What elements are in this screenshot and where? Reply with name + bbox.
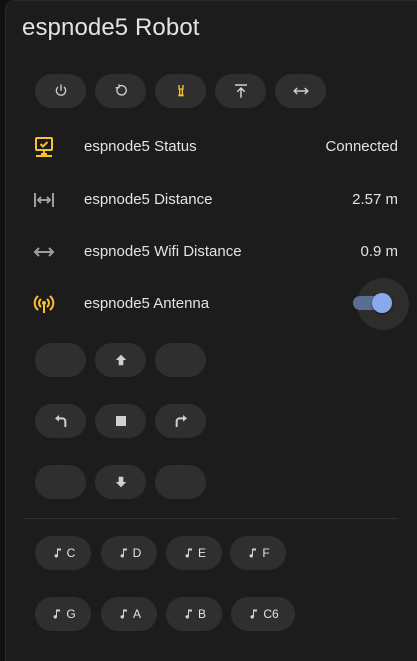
wrench-icon bbox=[173, 83, 189, 99]
note-c-button[interactable]: C bbox=[35, 536, 91, 570]
access-point-icon bbox=[30, 290, 58, 318]
note-e-button[interactable]: E bbox=[166, 536, 222, 570]
note-label: C bbox=[66, 546, 76, 560]
stop-button[interactable] bbox=[95, 404, 146, 438]
arrow-expand-horizontal-icon bbox=[30, 186, 58, 214]
status-label[interactable]: espnode5 Status bbox=[84, 138, 197, 155]
music-note-icon bbox=[247, 607, 259, 621]
arrow-collapse-up-icon bbox=[232, 82, 250, 100]
wifi-distance-value: 0.9 m bbox=[360, 243, 398, 260]
dpad-blank-top-left bbox=[35, 343, 86, 377]
note-f-button[interactable]: F bbox=[230, 536, 286, 570]
toggle-knob bbox=[372, 293, 392, 313]
music-note-icon bbox=[50, 607, 62, 621]
note-b-button[interactable]: B bbox=[166, 597, 222, 631]
note-a-button[interactable]: A bbox=[101, 597, 157, 631]
music-note-icon bbox=[182, 546, 194, 560]
power-button[interactable] bbox=[35, 74, 86, 108]
music-note-icon bbox=[182, 607, 194, 621]
arrow-down-bold-icon bbox=[114, 475, 128, 489]
arrow-up-bold-icon bbox=[114, 353, 128, 367]
monitor-network-icon bbox=[30, 133, 58, 161]
restart-button[interactable] bbox=[95, 74, 146, 108]
note-label: D bbox=[132, 546, 142, 560]
note-label: E bbox=[197, 546, 206, 560]
music-note-icon bbox=[117, 607, 129, 621]
power-icon bbox=[53, 83, 69, 99]
dpad-blank-bottom-right bbox=[155, 465, 206, 499]
note-d-button[interactable]: D bbox=[101, 536, 157, 570]
dpad-blank-bottom-left bbox=[35, 465, 86, 499]
note-label: G bbox=[66, 607, 76, 621]
music-note-icon bbox=[246, 546, 258, 560]
music-note-icon bbox=[117, 546, 129, 560]
note-g-button[interactable]: G bbox=[35, 597, 91, 631]
arrow-u-left-icon bbox=[53, 413, 69, 429]
stop-icon bbox=[115, 415, 127, 427]
distance-value: 2.57 m bbox=[352, 191, 398, 208]
note-label: A bbox=[132, 607, 141, 621]
forward-button[interactable] bbox=[95, 343, 146, 377]
arrow-left-right-icon bbox=[292, 82, 310, 100]
music-note-icon bbox=[51, 546, 63, 560]
wifi-distance-label[interactable]: espnode5 Wifi Distance bbox=[84, 243, 242, 260]
arrow-left-right-icon bbox=[30, 238, 58, 266]
divider bbox=[24, 518, 397, 519]
status-value: Connected bbox=[325, 138, 398, 155]
restart-icon bbox=[113, 83, 129, 99]
note-label: B bbox=[197, 607, 206, 621]
distance-label[interactable]: espnode5 Distance bbox=[84, 191, 212, 208]
antenna-label[interactable]: espnode5 Antenna bbox=[84, 295, 209, 312]
note-label: C6 bbox=[263, 607, 279, 621]
dpad-blank-top-right bbox=[155, 343, 206, 377]
raise-button[interactable] bbox=[215, 74, 266, 108]
maintenance-button[interactable] bbox=[155, 74, 206, 108]
note-label: F bbox=[262, 546, 270, 560]
swap-button[interactable] bbox=[275, 74, 326, 108]
turn-left-button[interactable] bbox=[35, 404, 86, 438]
note-c6-button[interactable]: C6 bbox=[231, 597, 295, 631]
card-title: espnode5 Robot bbox=[22, 14, 200, 41]
arrow-u-right-icon bbox=[173, 413, 189, 429]
backward-button[interactable] bbox=[95, 465, 146, 499]
turn-right-button[interactable] bbox=[155, 404, 206, 438]
